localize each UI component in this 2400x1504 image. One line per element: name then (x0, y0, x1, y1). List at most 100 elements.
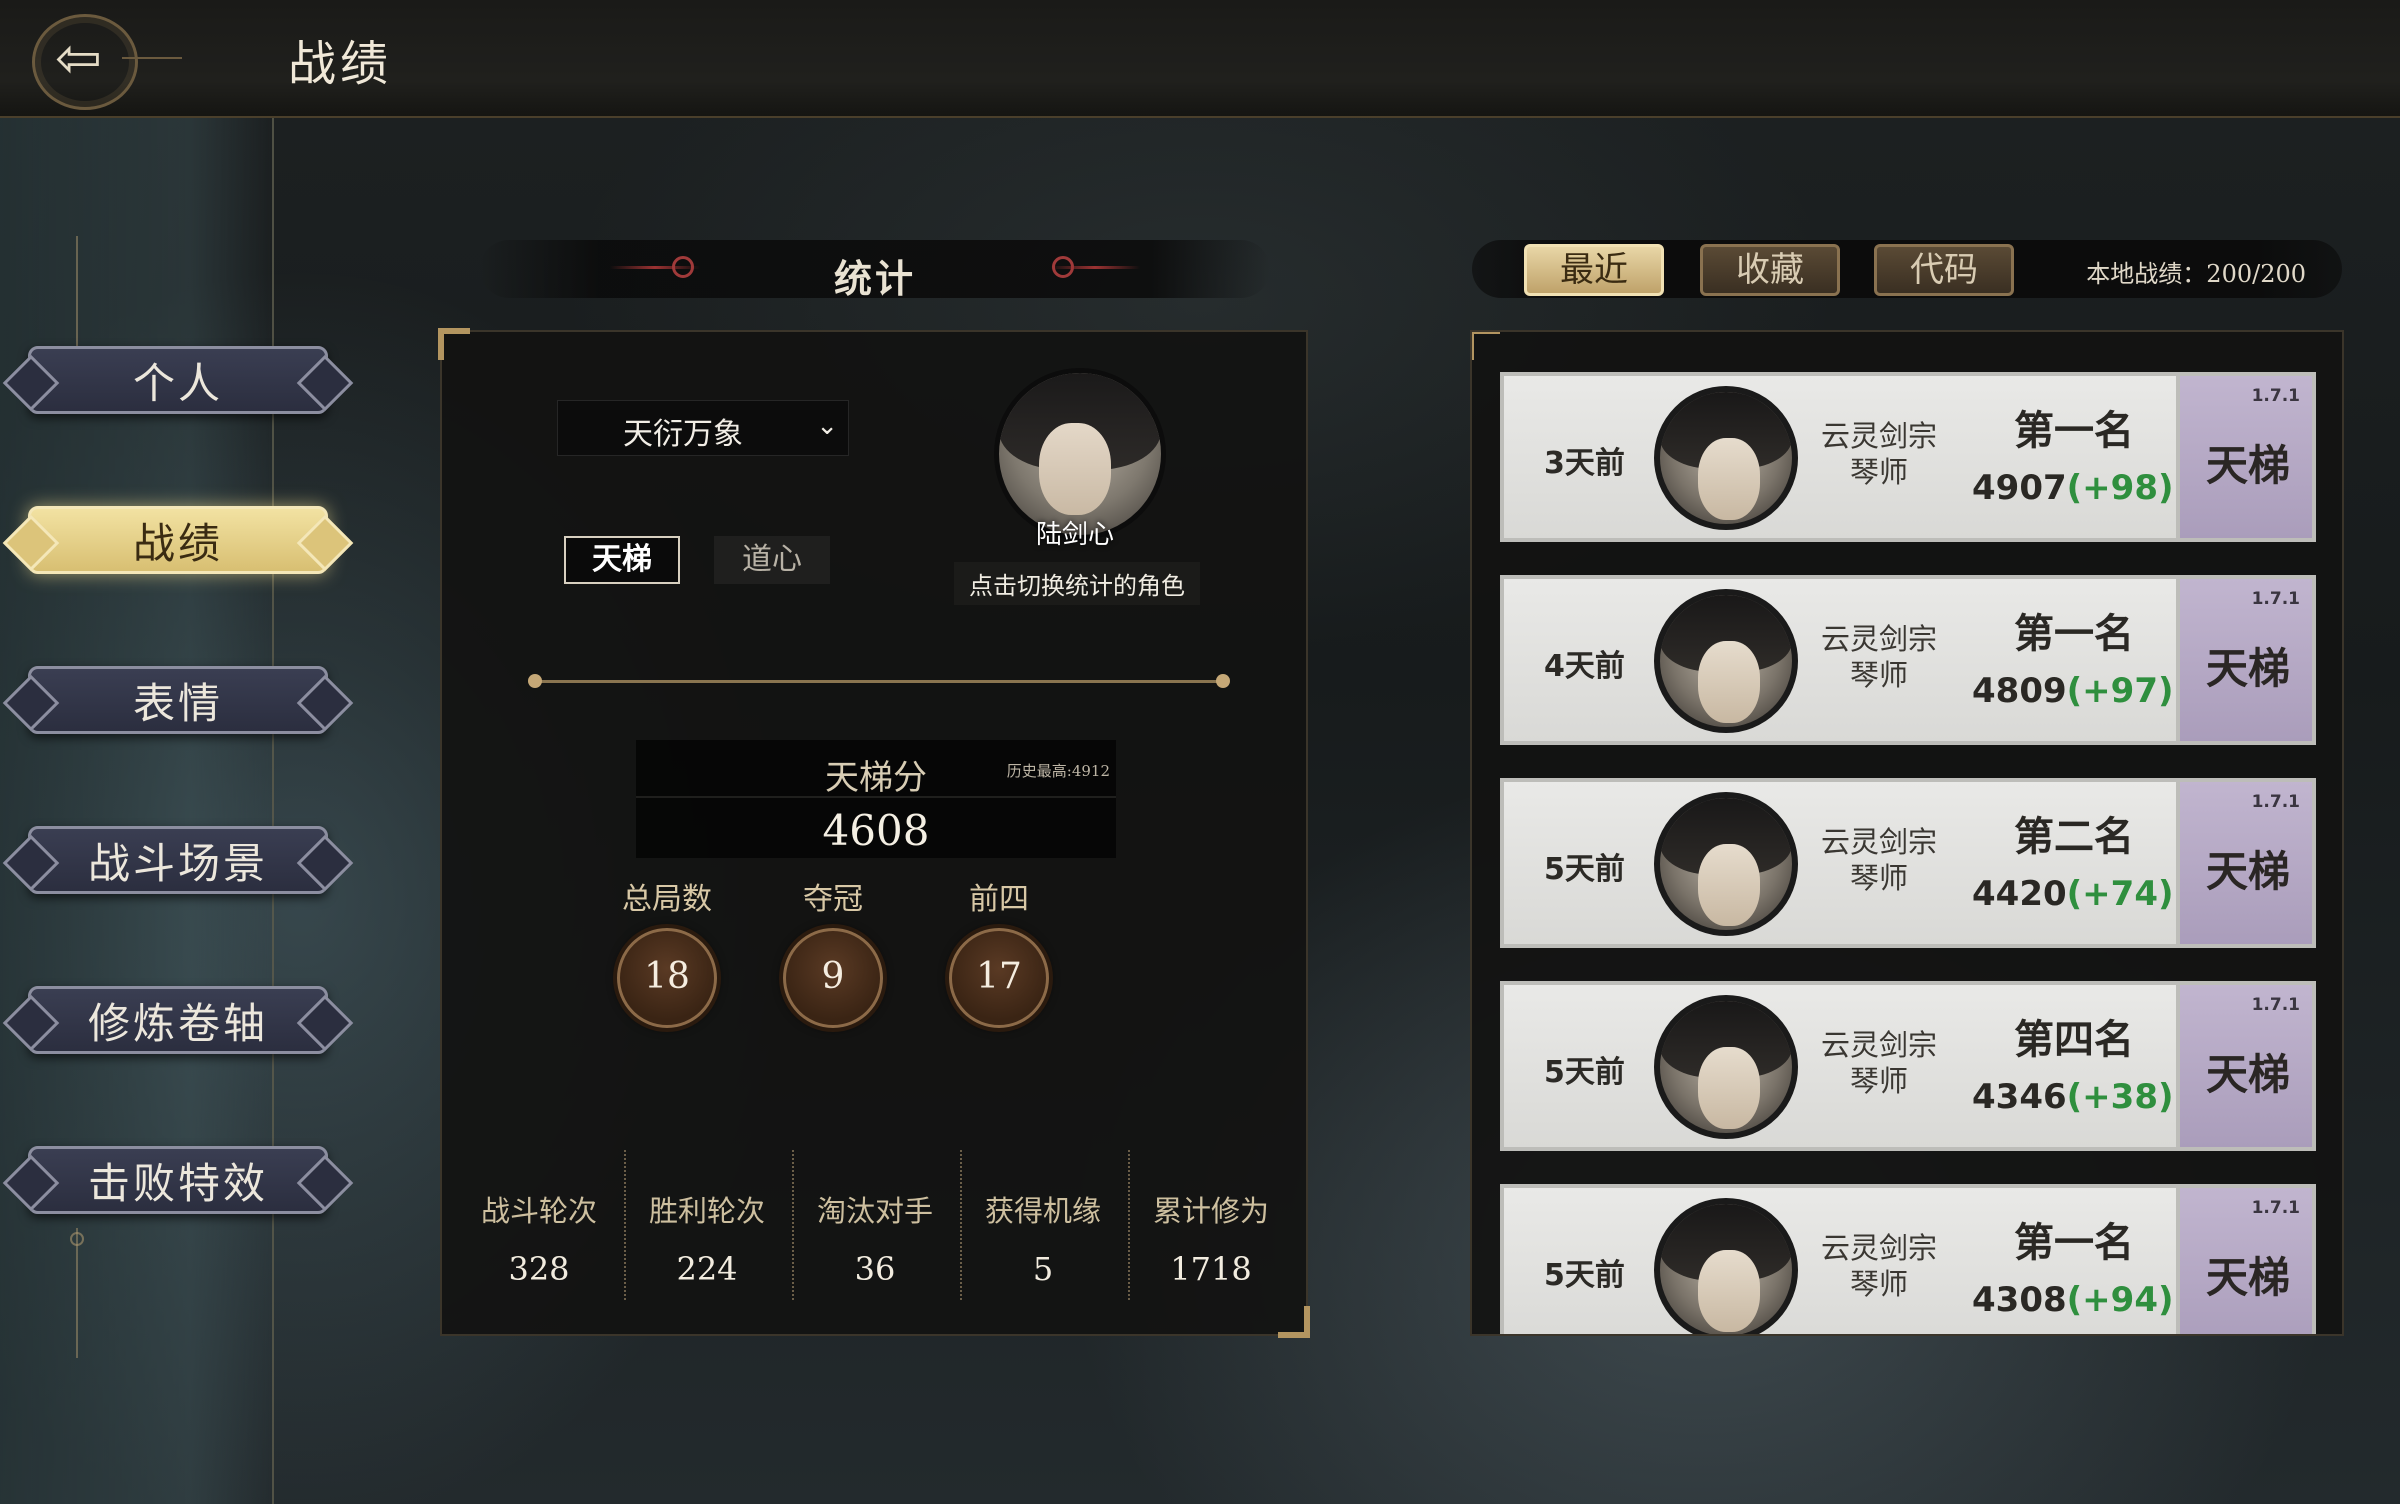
tab-ladder[interactable]: 天梯 (564, 536, 680, 584)
back-button[interactable]: ⇦ (32, 14, 138, 110)
won-rounds-label: 胜利轮次 (648, 1194, 765, 1228)
score-divider (636, 796, 1116, 798)
tab-recent[interactable]: 最近 (1524, 244, 1664, 296)
wins-value: 9 (783, 928, 883, 1028)
record-sect: 云灵剑宗 琴师 (1820, 1231, 1937, 1301)
game-mode-select[interactable]: 天衍万象 ⌄ (557, 400, 849, 456)
record-score: 4907(+98) (1972, 468, 2174, 508)
record-card[interactable]: 5天前 云灵剑宗 琴师 第二名 4420(+74) 1.7.1 天梯 (1500, 778, 2316, 948)
sidebar-item-label: 表情 (132, 678, 223, 728)
sidebar-item-label: 修炼卷轴 (87, 998, 268, 1048)
top-four-value: 17 (949, 928, 1049, 1028)
sidebar-item-defeat-effect[interactable]: 击败特效 (28, 1146, 328, 1214)
records-header: 最近 收藏 代码 本地战绩：200/200 (1472, 240, 2342, 298)
record-score: 4308(+94) (1972, 1280, 2174, 1320)
sidebar-item-personal[interactable]: 个人 (28, 346, 328, 414)
record-mode-badge: 1.7.1 天梯 (2176, 778, 2316, 948)
record-card[interactable]: 3天前 云灵剑宗 琴师 第一名 4907(+98) 1.7.1 天梯 (1500, 372, 2316, 542)
cultivation-value: 1718 (1170, 1250, 1252, 1288)
sidebar-item-battle-scene[interactable]: 战斗场景 (28, 826, 328, 894)
battle-rounds-stat: 战斗轮次 328 (456, 1160, 622, 1334)
chevron-down-icon: ⌄ (816, 411, 838, 441)
record-score-delta: (+98) (2066, 468, 2174, 508)
ladder-score-box: 天梯分 历史最高:4912 4608 (636, 740, 1116, 858)
record-score-delta: (+74) (2066, 874, 2174, 914)
record-mode: 天梯 (2205, 644, 2290, 693)
record-mode-badge: 1.7.1 天梯 (2176, 372, 2316, 542)
record-score: 4346(+38) (1972, 1077, 2174, 1117)
record-sect: 云灵剑宗 琴师 (1820, 1028, 1937, 1098)
fortune-value: 5 (1032, 1250, 1054, 1288)
record-mode: 天梯 (2205, 441, 2290, 490)
record-version: 1.7.1 (2251, 792, 2300, 812)
panel-corner (1472, 332, 1500, 360)
sidebar-rail-ornament (70, 1232, 84, 1246)
sidebar-item-label: 战绩 (132, 518, 223, 568)
character-name: 陆剑心 (1035, 520, 1114, 550)
fortune-stat: 获得机缘 5 (960, 1160, 1126, 1334)
local-records-count: 本地战绩：200/200 (2086, 260, 2306, 288)
record-mode: 天梯 (2205, 847, 2290, 896)
record-rank: 第一名 (2014, 408, 2134, 454)
won-rounds-stat: 胜利轮次 224 (624, 1160, 790, 1334)
sidebar-item-label: 个人 (132, 358, 223, 408)
record-rank: 第一名 (2014, 611, 2134, 657)
tab-dao-heart[interactable]: 道心 (714, 536, 830, 584)
header-ornament (1050, 266, 1140, 269)
divider-dot (1216, 674, 1230, 688)
top-four-label: 前四 (969, 882, 1029, 917)
back-arrow-icon: ⇦ (55, 26, 102, 91)
record-time: 5天前 (1544, 1055, 1625, 1090)
record-mode-badge: 1.7.1 天梯 (2176, 981, 2316, 1151)
record-score: 4420(+74) (1972, 874, 2174, 914)
record-score-delta: (+94) (2066, 1280, 2174, 1320)
sidebar-item-records[interactable]: 战绩 (28, 506, 328, 574)
record-mode-badge: 1.7.1 天梯 (2176, 575, 2316, 745)
record-card[interactable]: 5天前 云灵剑宗 琴师 第一名 4308(+94) 1.7.1 天梯 (1500, 1184, 2316, 1334)
divider-dot (528, 674, 542, 688)
wins-label: 夺冠 (803, 882, 863, 917)
game-mode-select-value: 天衍万象 (623, 417, 743, 452)
cultivation-label: 累计修为 (1152, 1194, 1269, 1228)
record-card[interactable]: 4天前 云灵剑宗 琴师 第一名 4809(+97) 1.7.1 天梯 (1500, 575, 2316, 745)
battle-rounds-label: 战斗轮次 (480, 1194, 597, 1228)
sidebar-item-cultivation-scroll[interactable]: 修炼卷轴 (28, 986, 328, 1054)
stats-header: 统计 (480, 240, 1270, 301)
stats-panel: 天衍万象 ⌄ 天梯 道心 陆剑心 点击切换统计的角色 天梯分 历史最高:4912… (438, 328, 1310, 1338)
record-score: 4809(+97) (1972, 671, 2174, 711)
record-time: 4天前 (1544, 649, 1625, 684)
record-avatar (1654, 995, 1798, 1139)
record-version: 1.7.1 (2251, 589, 2300, 609)
record-card[interactable]: 5天前 云灵剑宗 琴师 第四名 4346(+38) 1.7.1 天梯 (1500, 981, 2316, 1151)
sidebar (0, 118, 274, 1504)
record-version: 1.7.1 (2251, 995, 2300, 1015)
sidebar-rail-line (76, 1228, 78, 1358)
record-rank: 第一名 (2014, 1220, 2134, 1266)
record-mode-badge: 1.7.1 天梯 (2176, 1184, 2316, 1334)
panel-corner (438, 328, 470, 360)
record-sect: 云灵剑宗 琴师 (1820, 825, 1937, 895)
record-avatar (1654, 589, 1798, 733)
record-score-delta: (+38) (2066, 1077, 2174, 1117)
record-avatar (1654, 792, 1798, 936)
fortune-label: 获得机缘 (984, 1194, 1101, 1228)
battle-rounds-value: 328 (508, 1250, 570, 1288)
switch-character-hint[interactable]: 点击切换统计的角色 (954, 562, 1200, 605)
record-sect: 云灵剑宗 琴师 (1820, 622, 1937, 692)
record-avatar (1654, 1198, 1798, 1334)
sidebar-item-label: 击败特效 (87, 1158, 268, 1208)
stats-title: 统计 (833, 256, 916, 301)
avatar-face (1039, 423, 1111, 515)
record-mode: 天梯 (2205, 1050, 2290, 1099)
top-bar: ⇦ 战绩 (0, 0, 2400, 118)
won-rounds-value: 224 (676, 1250, 738, 1288)
tab-code[interactable]: 代码 (1874, 244, 2014, 296)
page-title: 战绩 (288, 36, 393, 92)
record-rank: 第四名 (2014, 1017, 2134, 1063)
sidebar-item-emotes[interactable]: 表情 (28, 666, 328, 734)
divider-line (528, 674, 1230, 688)
record-time: 3天前 (1544, 446, 1625, 481)
eliminated-label: 淘汰对手 (816, 1194, 933, 1228)
tab-favorites[interactable]: 收藏 (1700, 244, 1840, 296)
cultivation-stat: 累计修为 1718 (1128, 1160, 1294, 1334)
